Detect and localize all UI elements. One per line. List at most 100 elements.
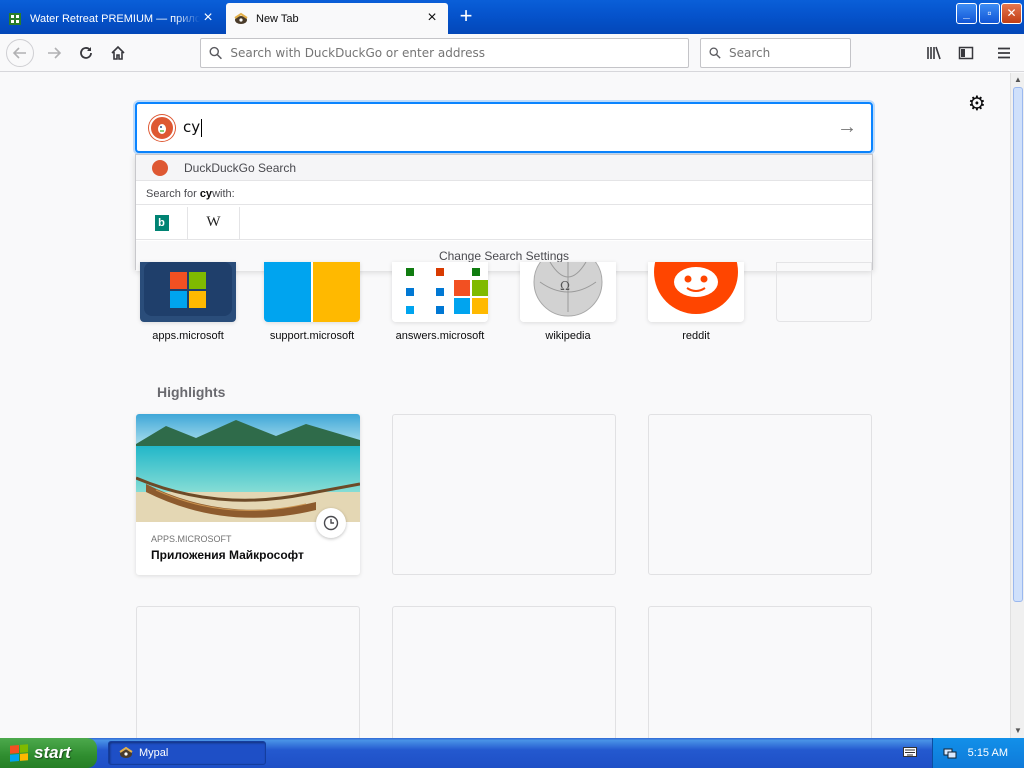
new-tab-page: ⚙ cy → DuckDuckGo Search Search for cy w…	[0, 73, 1010, 767]
scroll-up-arrow-icon[interactable]: ▲	[1012, 73, 1024, 87]
clock-icon	[316, 508, 346, 538]
microsoft-apps-grid-icon	[392, 262, 488, 322]
site-label: apps.microsoft	[152, 330, 224, 342]
microsoft-logo-icon	[264, 262, 360, 322]
one-off-engines: b W	[136, 206, 872, 240]
system-tray: 5:15 AM	[932, 738, 1024, 768]
mypal-favicon-icon	[119, 746, 133, 760]
taskbar-window-mypal[interactable]: Mypal	[108, 741, 266, 765]
top-site-answers-microsoft[interactable]: answers.microsoft	[392, 262, 488, 342]
reload-icon	[80, 47, 92, 59]
engine-bing-button[interactable]: b	[136, 206, 188, 239]
start-button[interactable]: start	[0, 738, 97, 768]
text-caret	[201, 118, 203, 137]
back-button[interactable]	[6, 39, 34, 67]
wikipedia-globe-icon: Ω	[520, 262, 616, 322]
menu-button[interactable]	[990, 39, 1018, 67]
bing-icon: b	[154, 214, 169, 231]
change-search-settings-label: Change Search Settings	[438, 249, 570, 263]
suggestion-duckduckgo-search[interactable]: DuckDuckGo Search	[136, 155, 872, 181]
search-for-label: Search for cy with:	[136, 183, 872, 205]
tab-strip: Water Retreat PREMIUM — прилож × New Tab…	[0, 0, 1024, 34]
minimize-button[interactable]: _	[956, 3, 977, 24]
scrollbar-thumb[interactable]	[1013, 87, 1023, 602]
keyboard-icon[interactable]	[903, 746, 917, 758]
close-tab-icon[interactable]: ×	[424, 9, 440, 27]
taskbar: start Mypal 5:15 AM	[0, 738, 1024, 768]
highlight-placeholder	[392, 414, 616, 575]
top-site-wikipedia[interactable]: Ω wikipedia	[520, 262, 616, 342]
mypal-favicon-icon	[234, 12, 248, 26]
highlight-card[interactable]: APPS.MICROSOFT Приложения Майкрософт	[136, 414, 360, 575]
maximize-button[interactable]: ▫	[979, 3, 1000, 24]
site-label: reddit	[682, 330, 710, 342]
site-thumbnail	[776, 262, 872, 322]
site-thumbnail	[264, 262, 360, 322]
site-label: answers.microsoft	[395, 330, 485, 342]
microsoft-logo-icon	[144, 262, 232, 316]
engine-wikipedia-button[interactable]: W	[188, 206, 240, 239]
site-thumbnail: Ω	[520, 262, 616, 322]
top-site-apps-microsoft[interactable]: apps.microsoft	[140, 262, 236, 342]
navigation-toolbar	[0, 34, 1024, 72]
address-bar[interactable]	[200, 38, 689, 68]
top-site-support-microsoft[interactable]: support.microsoft	[264, 262, 360, 342]
site-thumbnail	[392, 262, 488, 322]
address-input[interactable]	[230, 46, 688, 60]
search-for-term: cy	[199, 187, 213, 200]
windows-logo-icon	[10, 744, 28, 762]
tab-title: New Tab	[256, 12, 299, 25]
duckduckgo-icon	[152, 159, 168, 176]
search-icon	[209, 46, 222, 60]
sidebar-icon	[958, 46, 974, 60]
highlight-placeholder	[648, 414, 872, 575]
tab-new-tab[interactable]: New Tab ×	[226, 3, 448, 34]
new-tab-button[interactable]: +	[454, 5, 478, 29]
highlight-title: Приложения Майкрософт	[151, 548, 304, 562]
svg-text:Ω: Ω	[560, 279, 570, 293]
start-label: start	[34, 743, 71, 762]
search-for-prefix: Search for	[146, 187, 197, 200]
arrow-left-icon	[12, 47, 26, 59]
sidebar-button[interactable]	[952, 39, 980, 67]
gear-icon[interactable]: ⚙	[966, 93, 988, 115]
top-site-reddit[interactable]: reddit	[648, 262, 744, 342]
search-icon	[709, 47, 721, 59]
site-label: wikipedia	[545, 330, 591, 342]
library-button[interactable]	[920, 39, 948, 67]
vertical-scrollbar[interactable]: ▲ ▼	[1010, 73, 1024, 738]
site-thumbnail	[648, 262, 744, 322]
top-site-empty-slot[interactable]	[776, 262, 872, 330]
search-bar[interactable]	[700, 38, 851, 68]
tab-water-retreat[interactable]: Water Retreat PREMIUM — прилож ×	[0, 3, 224, 34]
reddit-logo-icon	[648, 262, 744, 322]
forward-button[interactable]	[40, 39, 68, 67]
arrow-right-icon	[48, 47, 62, 59]
taskbar-clock[interactable]: 5:15 AM	[968, 747, 1008, 759]
search-submit-arrow-icon[interactable]: →	[835, 116, 859, 140]
search-query-text[interactable]: cy	[183, 118, 835, 137]
search-suggestions-popup: DuckDuckGo Search Search for cy with: b …	[135, 154, 873, 271]
site-label: support.microsoft	[269, 330, 355, 342]
search-input[interactable]	[729, 46, 850, 60]
highlight-host: APPS.MICROSOFT	[151, 534, 232, 544]
newtab-search-box[interactable]: cy →	[135, 102, 873, 153]
taskbar-window-label: Mypal	[139, 747, 169, 759]
highlights-heading: Highlights	[157, 384, 226, 400]
close-tab-icon[interactable]: ×	[200, 9, 216, 27]
duckduckgo-icon	[149, 114, 175, 141]
store-favicon-icon	[8, 12, 22, 26]
home-button[interactable]	[104, 39, 132, 67]
close-window-button[interactable]: ✕	[1001, 3, 1022, 24]
wikipedia-icon: W	[206, 214, 221, 230]
suggestion-label: DuckDuckGo Search	[184, 160, 297, 175]
tab-title: Water Retreat PREMIUM — прилож	[30, 12, 200, 25]
library-icon	[927, 46, 941, 60]
search-for-suffix: with:	[212, 187, 235, 200]
network-icon[interactable]	[943, 746, 957, 760]
hamburger-icon	[998, 47, 1010, 59]
reload-button[interactable]	[72, 39, 100, 67]
top-sites: apps.microsoft support.microsoft answers…	[136, 262, 876, 352]
home-icon	[111, 45, 125, 60]
scroll-down-arrow-icon[interactable]: ▼	[1012, 724, 1024, 738]
